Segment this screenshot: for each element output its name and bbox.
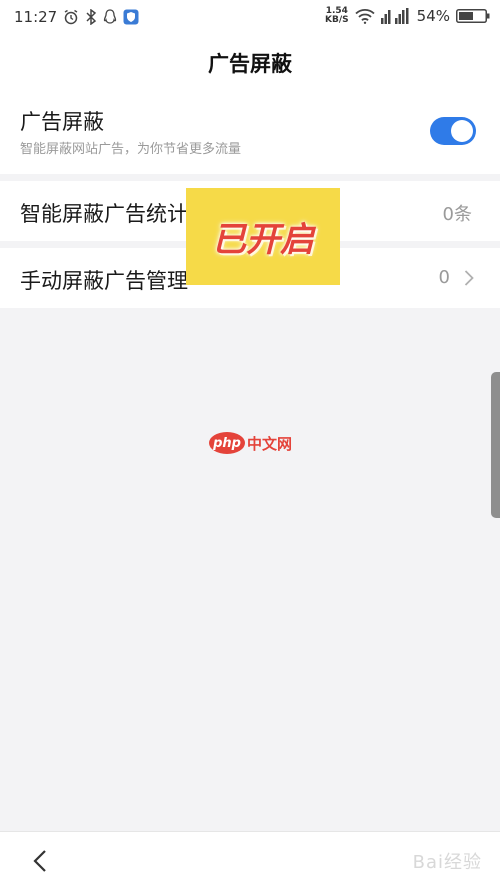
toggle-knob [451,120,473,142]
smart-block-stats-value: 0条 [442,204,472,225]
alarm-icon [63,9,79,25]
back-arrow-icon[interactable] [26,846,56,876]
status-bar-right: 1.54 KB/S 54% [325,7,490,25]
manual-block-title: 手动屏蔽广告管理 [20,269,188,293]
bluetooth-icon [85,9,97,25]
network-speed: 1.54 KB/S [325,7,349,25]
php-logo: php [209,432,245,454]
title-bar: 广告屏蔽 [0,36,500,90]
battery-icon [456,8,490,24]
baidu-jingyan-watermark: Bai经验 [412,852,482,873]
qq-icon [103,9,117,25]
manual-block-value: 0 [438,267,450,288]
signal-icon [380,8,411,24]
bottom-nav-bar: Bai经验 [0,831,500,890]
battery-percent: 54% [416,7,450,25]
scrollbar-handle[interactable] [491,372,500,518]
php-watermark-text: 中文网 [247,434,293,453]
enabled-badge-overlay: 已开启 [186,188,340,285]
page-title: 广告屏蔽 [208,52,292,76]
ad-block-toggle[interactable] [430,117,476,145]
enabled-badge-text: 已开启 [212,220,314,260]
ad-block-setting-row[interactable]: 广告屏蔽 智能屏蔽网站广告，为你节省更多流量 [0,90,500,174]
status-bar: 11:27 1.54 KB/S 54% [0,0,500,36]
network-speed-unit: KB/S [325,15,349,25]
shield-app-icon [123,9,139,25]
status-time: 11:27 [14,8,58,26]
ad-block-title: 广告屏蔽 [20,110,104,134]
status-bar-left: 11:27 [14,8,139,26]
ad-block-subtitle: 智能屏蔽网站广告，为你节省更多流量 [20,142,242,157]
smart-block-stats-title: 智能屏蔽广告统计 [20,202,188,226]
php-watermark: php 中文网 [209,432,292,454]
chevron-right-icon [464,269,474,291]
wifi-icon [355,8,375,24]
